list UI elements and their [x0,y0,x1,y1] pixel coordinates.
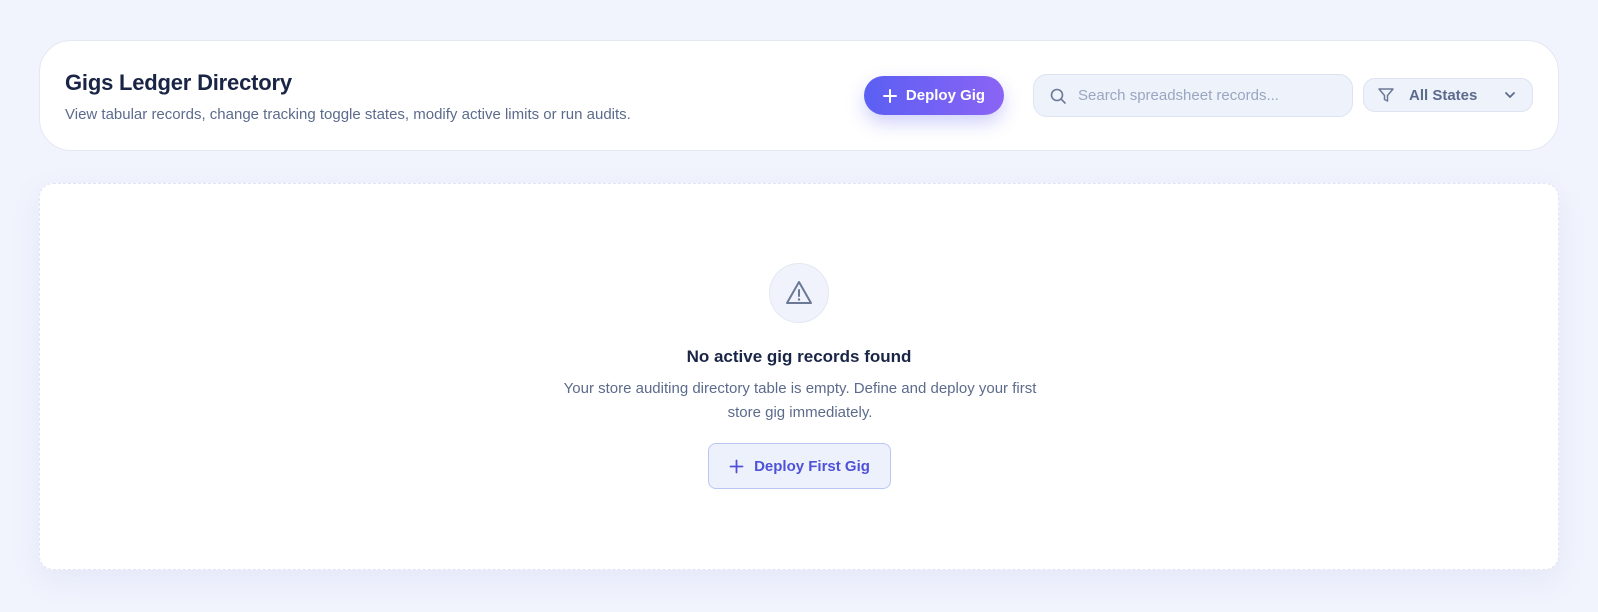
plus-icon [729,459,744,473]
header-card: Gigs Ledger Directory View tabular recor… [39,40,1559,151]
search-input[interactable] [1078,87,1318,104]
filter-selected-value: All States [1409,86,1478,104]
deploy-first-gig-button[interactable]: Deploy First Gig [708,443,891,489]
empty-state-card: No active gig records found Your store a… [39,183,1559,570]
plus-icon [882,88,897,103]
page-subtitle: View tabular records, change tracking to… [65,106,631,123]
search-box [1033,74,1353,117]
filter-icon [1378,88,1394,102]
alert-triangle-icon [786,281,812,304]
empty-state-text: Your store auditing directory table is e… [563,380,1037,421]
deploy-gig-label: Deploy Gig [905,87,986,104]
search-icon [1050,88,1066,104]
alert-icon-circle [769,263,829,323]
deploy-gig-button[interactable]: Deploy Gig [864,76,1004,115]
empty-state-title: No active gig records found [686,347,912,366]
chevron-down-icon [1505,92,1515,98]
page-title: Gigs Ledger Directory [65,70,292,95]
status-filter-select[interactable]: All States [1363,78,1533,112]
deploy-first-gig-label: Deploy First Gig [754,457,870,475]
